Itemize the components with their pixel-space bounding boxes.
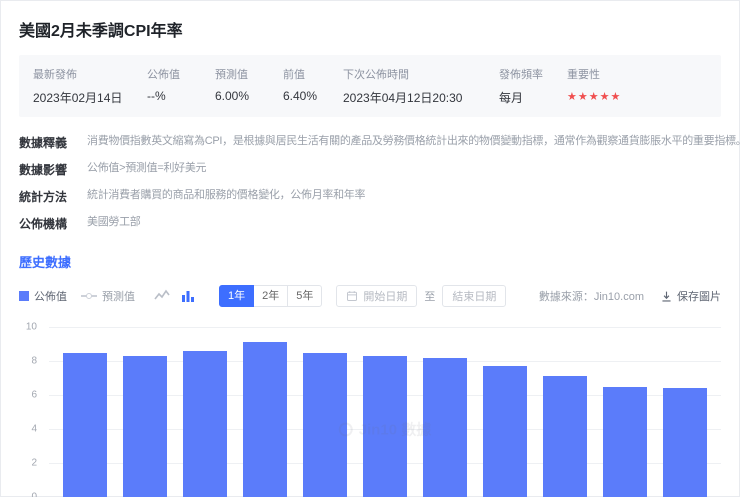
bar-2022年 6月[interactable]	[242, 342, 288, 497]
bar-2022年 12月[interactable]	[602, 386, 648, 497]
summary-value: 每月	[499, 91, 524, 105]
legend-forecast-label: 預測值	[102, 291, 135, 303]
bar-slot	[355, 355, 415, 497]
range-button-1y[interactable]: 1年	[219, 285, 255, 307]
importance-stars: ★★★★★	[567, 91, 622, 103]
range-button-group: 1年 2年 5年	[219, 285, 323, 307]
legend-published[interactable]: 公佈值	[19, 288, 67, 304]
detail-rows: 數據釋義 消費物價指數英文縮寫為CPI，是根據與居民生活有關的產品及勞務價格統計…	[19, 134, 740, 232]
bar-2022年 9月[interactable]	[422, 357, 468, 497]
download-icon	[662, 291, 671, 302]
summary-label: 公佈值	[147, 69, 180, 81]
bar-2022年 5月[interactable]	[182, 350, 228, 497]
calendar-icon	[347, 291, 358, 301]
summary-forecast-value: 預測值 6.00%	[215, 66, 269, 103]
summary-bar: 最新發佈 2023年02月14日 公佈值 --% 預測值 6.00% 前值 6.…	[19, 55, 721, 117]
summary-frequency: 發佈頻率 每月	[499, 66, 553, 106]
bar-2022年 7月[interactable]	[302, 352, 348, 497]
line-chart-icon[interactable]	[153, 287, 171, 305]
detail-label: 數據影響	[19, 163, 68, 177]
detail-row-definition: 數據釋義 消費物價指數英文縮寫為CPI，是根據與居民生活有關的產品及勞務價格統計…	[19, 134, 740, 151]
start-date-input[interactable]: 開始日期	[336, 285, 418, 307]
summary-label: 發佈頻率	[499, 69, 543, 81]
bar-slot	[55, 352, 115, 497]
data-source-text: 數據來源：Jin10.com	[538, 291, 644, 303]
detail-label: 數據釋義	[19, 136, 68, 150]
controls-right: 數據來源：Jin10.com 保存圖片	[539, 288, 721, 304]
detail-value: 消費物價指數英文縮寫為CPI，是根據與居民生活有關的產品及勞務價格統計出來的物價…	[87, 135, 740, 147]
bar-2022年 8月[interactable]	[362, 355, 408, 497]
page-title: 美國2月未季調CPI年率	[19, 23, 183, 40]
bar-slot	[535, 376, 595, 497]
summary-next-release: 下次公佈時間 2023年04月12日20:30	[343, 66, 485, 106]
chart-type-switcher	[153, 287, 205, 305]
detail-label: 統計方法	[19, 190, 68, 204]
legend-forecast[interactable]: 預測值	[81, 288, 135, 304]
summary-value: --%	[147, 89, 166, 103]
chart-controls: 公佈值 預測值 1年 2年 5年 開始日期 至 結束日期 數據來源：Jin10.…	[19, 285, 721, 307]
chart-plot: Jin10 數據	[49, 327, 721, 497]
end-date-placeholder: 結束日期	[452, 291, 497, 303]
y-tick-label: 8	[31, 355, 37, 367]
detail-label: 公佈機構	[19, 217, 68, 231]
bar-2022年 10月[interactable]	[482, 366, 528, 497]
bar-2022年 4月[interactable]	[122, 355, 168, 497]
bar-slot	[295, 352, 355, 497]
y-tick-label: 4	[31, 423, 37, 435]
save-image-label: 保存圖片	[677, 291, 721, 303]
detail-value: 統計消費者購買的商品和服務的價格變化，公佈月率和年率	[87, 189, 366, 201]
detail-value: 美國勞工部	[87, 216, 141, 228]
range-button-5y[interactable]: 5年	[287, 285, 323, 307]
bar-slot	[595, 386, 655, 497]
forecast-line-icon	[81, 295, 97, 297]
y-tick-label: 10	[25, 321, 37, 333]
summary-value: 6.00%	[215, 89, 250, 103]
summary-label: 下次公佈時間	[343, 69, 409, 81]
start-date-placeholder: 開始日期	[363, 291, 408, 303]
detail-row-agency: 公佈機構 美國勞工部	[19, 215, 721, 232]
chart-y-axis: 0 2 4 6 8 10	[19, 322, 45, 497]
end-date-input[interactable]: 結束日期	[442, 285, 507, 307]
history-section-title: 歷史數據	[19, 255, 72, 270]
date-range-separator: 至	[424, 291, 436, 303]
summary-label: 預測值	[215, 69, 248, 81]
bar-2023年 1月[interactable]	[662, 388, 708, 497]
history-chart: 0246810 Jin10 數據 2022年 3月2022年 4月2022年 5…	[19, 322, 721, 497]
detail-row-method: 統計方法 統計消費者購買的商品和服務的價格變化，公佈月率和年率	[19, 188, 721, 205]
bar-slot	[415, 357, 475, 497]
published-swatch-icon	[19, 291, 29, 301]
bar-slot	[475, 366, 535, 497]
indicator-detail-page: 美國2月未季調CPI年率 最新發佈 2023年02月14日 公佈值 --% 預測…	[0, 0, 740, 497]
detail-value: 公佈值>預測值=利好美元	[87, 162, 207, 174]
bar-2022年 11月[interactable]	[542, 376, 588, 497]
summary-published-value: 公佈值 --%	[147, 66, 201, 103]
bar-slot	[175, 350, 235, 497]
save-image-button[interactable]: 保存圖片	[660, 288, 721, 304]
detail-row-impact: 數據影響 公佈值>預測值=利好美元	[19, 161, 721, 178]
summary-importance: 重要性 ★★★★★	[567, 66, 693, 103]
summary-value: 6.40%	[283, 89, 318, 103]
bar-slot	[235, 342, 295, 497]
summary-latest-release: 最新發佈 2023年02月14日	[33, 66, 133, 106]
y-tick-label: 0	[31, 491, 37, 497]
summary-label: 前值	[283, 69, 305, 81]
summary-value: 2023年02月14日	[33, 91, 123, 105]
bar-slot	[115, 355, 175, 497]
range-button-2y[interactable]: 2年	[253, 285, 289, 307]
summary-label: 最新發佈	[33, 69, 77, 81]
bar-2022年 3月[interactable]	[62, 352, 108, 497]
y-tick-label: 2	[31, 457, 37, 469]
summary-value: 2023年04月12日20:30	[343, 91, 463, 105]
y-tick-label: 6	[31, 389, 37, 401]
summary-label: 重要性	[567, 69, 600, 81]
bar-slot	[655, 388, 715, 497]
summary-previous-value: 前值 6.40%	[283, 66, 329, 103]
bar-chart-icon[interactable]	[179, 287, 197, 305]
legend-published-label: 公佈值	[34, 291, 67, 303]
chart-bars	[49, 327, 721, 497]
